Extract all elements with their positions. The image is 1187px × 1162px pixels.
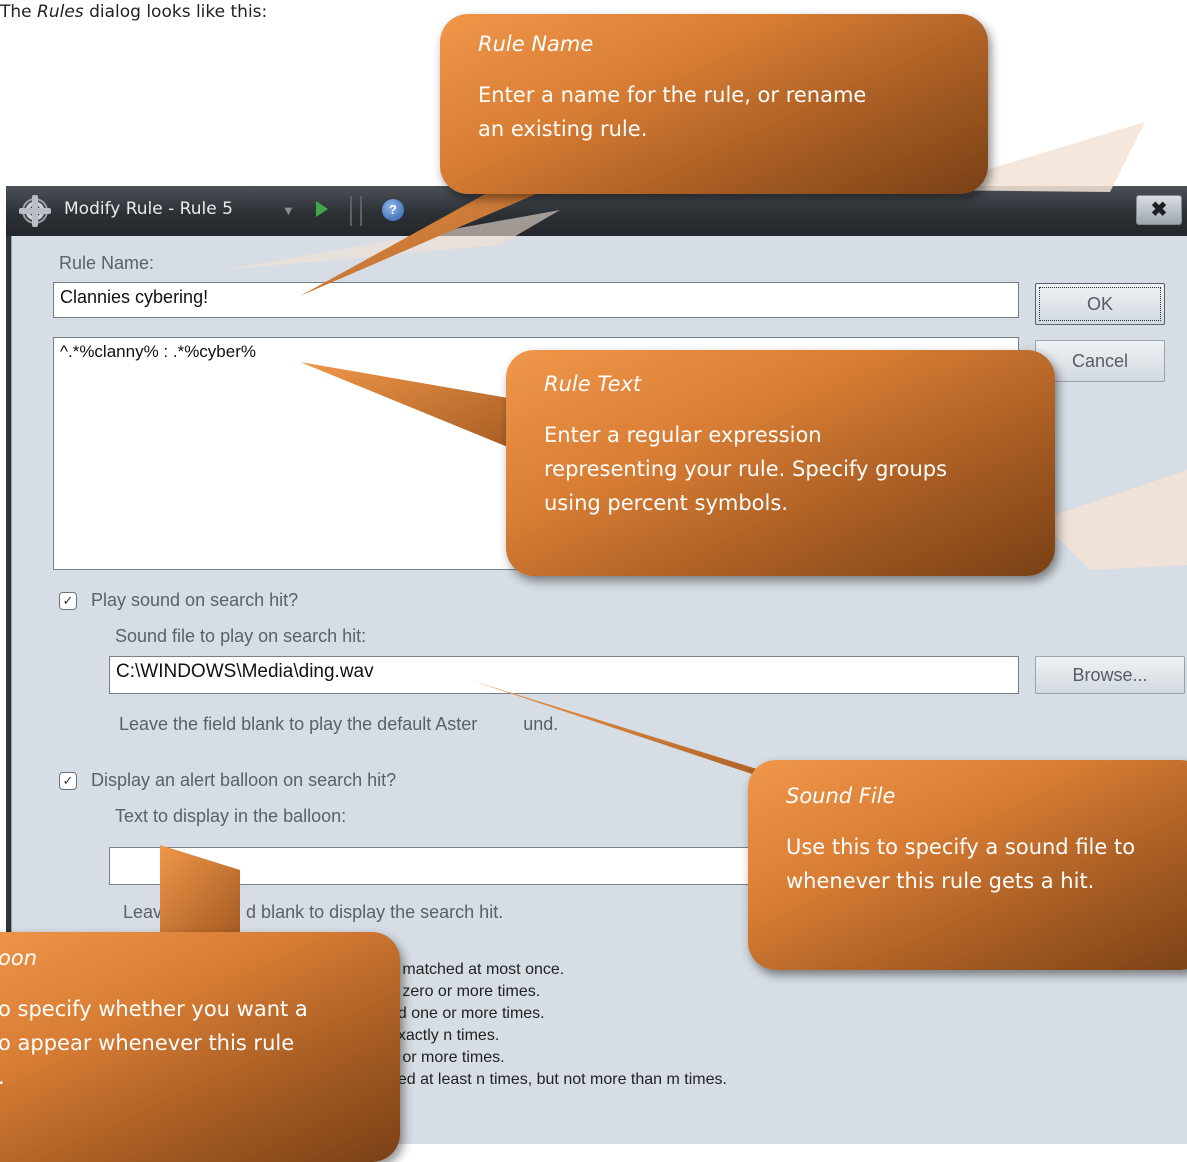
balloon-pointer (160, 845, 240, 935)
rule-name-callout: Rule Name Enter a name for the rule, or … (440, 14, 988, 194)
callout-title: Sound File (786, 784, 896, 808)
balloon-callout: oon o specify whether you want a o appea… (0, 932, 400, 1162)
rule-text-pointer (300, 362, 520, 452)
callout-title: Rule Text (544, 372, 642, 396)
callout-title: oon (0, 946, 38, 970)
callout-body: Enter a name for the rule, or rename an … (478, 83, 867, 141)
sound-file-callout: Sound File Use this to specify a sound f… (748, 760, 1187, 970)
rule-text-callout: Rule Text Enter a regular expression rep… (506, 350, 1055, 576)
callout-title: Rule Name (478, 32, 594, 56)
callout-body: Enter a regular expression representing … (544, 423, 948, 515)
callout-body: o specify whether you want a o appear wh… (0, 997, 308, 1089)
callout-body: Use this to specify a sound file to when… (786, 835, 1136, 893)
callout-shadow (1040, 470, 1187, 570)
callout-shadow (225, 210, 560, 270)
